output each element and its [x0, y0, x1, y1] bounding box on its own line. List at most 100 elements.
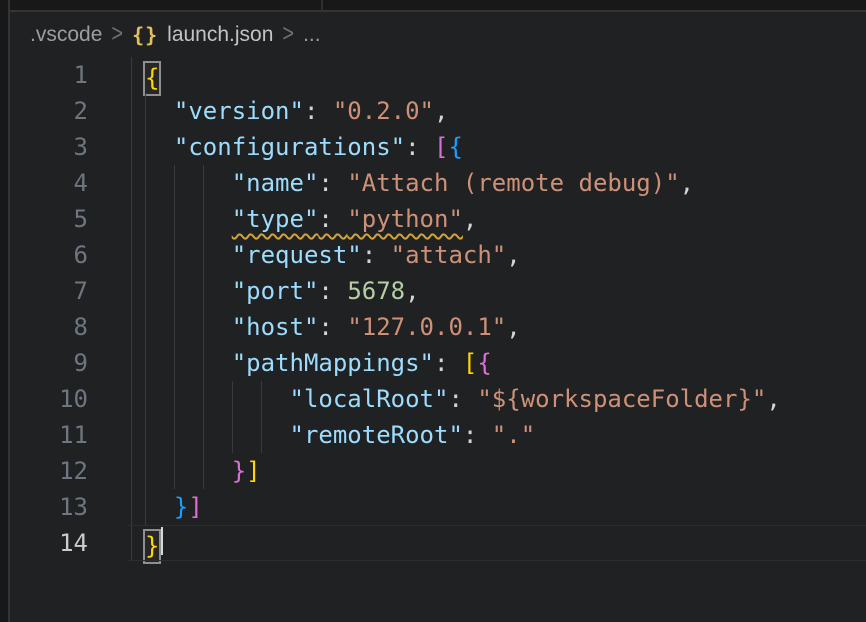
- breadcrumb-separator-chevron-icon: >: [111, 20, 123, 49]
- breadcrumb-item-[interactable]: ...: [303, 23, 321, 47]
- code-line-8[interactable]: 8 "host": "127.0.0.1",: [10, 309, 866, 345]
- vscode-editor-window: { "window": { "app": "vscode-editor", "c…: [0, 0, 866, 622]
- code-content: "type": "python",: [145, 201, 477, 237]
- token-b3: }: [174, 493, 188, 521]
- text-cursor: [161, 527, 163, 555]
- token-ws: [145, 97, 174, 125]
- token-punc: :: [318, 205, 347, 233]
- line-number[interactable]: 10: [10, 381, 88, 417]
- token-b2: }: [232, 457, 246, 485]
- token-punc: :: [463, 421, 492, 449]
- code-content: "version": "0.2.0",: [145, 93, 448, 129]
- line-number[interactable]: 12: [10, 453, 88, 489]
- tab-divider: [321, 0, 323, 10]
- line-number[interactable]: 7: [10, 273, 88, 309]
- line-number[interactable]: 13: [10, 489, 88, 525]
- line-number[interactable]: 6: [10, 237, 88, 273]
- token-key: "request": [232, 241, 362, 269]
- code-line-1[interactable]: 1{: [10, 57, 866, 93]
- code-line-12[interactable]: 12 }]: [10, 453, 866, 489]
- matched-bracket: }: [143, 529, 161, 564]
- code-line-9[interactable]: 9 "pathMappings": [{: [10, 345, 866, 381]
- line-number[interactable]: 3: [10, 129, 88, 165]
- code-line-13[interactable]: 13 }]: [10, 489, 866, 525]
- code-line-14[interactable]: 14}: [10, 525, 866, 561]
- breadcrumb-item-vscode[interactable]: .vscode: [30, 23, 102, 47]
- line-number[interactable]: 5: [10, 201, 88, 237]
- token-ws: [145, 133, 174, 161]
- code-editor[interactable]: 1{2 "version": "0.2.0",3 "configurations…: [10, 57, 866, 561]
- token-punc: :: [362, 241, 391, 269]
- line-number[interactable]: 1: [10, 57, 88, 93]
- line-number[interactable]: 8: [10, 309, 88, 345]
- line-number[interactable]: 4: [10, 165, 88, 201]
- code-content: "localRoot": "${workspaceFolder}",: [145, 381, 781, 417]
- token-punc: :: [318, 169, 347, 197]
- indent-guide-col-4: [203, 165, 204, 489]
- breadcrumb: .vscode > {} launch.json >...: [10, 12, 866, 57]
- code-line-10[interactable]: 10 "localRoot": "${workspaceFolder}",: [10, 381, 866, 417]
- token-b2: {: [477, 349, 491, 377]
- indent-guide-col-2: [174, 165, 175, 489]
- token-key: "port": [232, 277, 319, 305]
- breadcrumb-separator-chevron-icon: >: [282, 20, 294, 49]
- code-line-7[interactable]: 7 "port": 5678,: [10, 273, 866, 309]
- token-str: "attach": [391, 241, 507, 269]
- line-number[interactable]: 2: [10, 93, 88, 129]
- code-content: }]: [145, 489, 203, 525]
- token-ws: [145, 169, 232, 197]
- token-ws: [145, 421, 290, 449]
- token-str: ".": [492, 421, 535, 449]
- token-key: "version": [174, 97, 304, 125]
- line-number[interactable]: 11: [10, 417, 88, 453]
- token-key: "host": [232, 313, 319, 341]
- token-key: "localRoot": [290, 385, 449, 413]
- token-b1: [: [463, 349, 477, 377]
- code-line-11[interactable]: 11 "remoteRoot": ".": [10, 417, 866, 453]
- token-str: "0.2.0": [333, 97, 434, 125]
- code-line-5[interactable]: 5 "type": "python",: [10, 201, 866, 237]
- json-braces-icon: {}: [132, 23, 158, 47]
- breadcrumb-item-launch-json[interactable]: launch.json: [167, 23, 273, 47]
- token-punc: ,: [766, 385, 780, 413]
- token-punc: :: [318, 313, 347, 341]
- token-ws: [145, 205, 232, 233]
- token-key: "configurations": [174, 133, 405, 161]
- token-ws: [145, 493, 174, 521]
- token-punc: :: [448, 385, 477, 413]
- code-content: "name": "Attach (remote debug)",: [145, 165, 694, 201]
- token-punc: ,: [506, 313, 520, 341]
- code-content: {: [145, 57, 159, 93]
- code-content: "configurations": [{: [145, 129, 463, 165]
- line-number[interactable]: 14: [10, 525, 88, 561]
- token-punc: :: [304, 97, 333, 125]
- code-content: "request": "attach",: [145, 237, 521, 273]
- token-punc: :: [405, 133, 434, 161]
- code-line-3[interactable]: 3 "configurations": [{: [10, 129, 866, 165]
- code-content: "host": "127.0.0.1",: [145, 309, 521, 345]
- token-punc: ,: [434, 97, 448, 125]
- code-line-4[interactable]: 4 "name": "Attach (remote debug)",: [10, 165, 866, 201]
- token-b1: ]: [246, 457, 260, 485]
- token-ws: [145, 313, 232, 341]
- token-ws: [145, 277, 232, 305]
- token-ws: [145, 385, 290, 413]
- code-content: }: [145, 525, 163, 561]
- token-key: "remoteRoot": [290, 421, 463, 449]
- token-ws: [145, 457, 232, 485]
- token-str: "Attach (remote debug)": [347, 169, 679, 197]
- token-num: 5678: [347, 277, 405, 305]
- token-key: "pathMappings": [232, 349, 434, 377]
- token-punc: ,: [405, 277, 419, 305]
- token-str: "python": [347, 205, 463, 233]
- code-line-2[interactable]: 2 "version": "0.2.0",: [10, 93, 866, 129]
- line-number[interactable]: 9: [10, 345, 88, 381]
- token-ws: [145, 241, 232, 269]
- indent-guide-col-6: [232, 381, 233, 453]
- gutter-divider: [131, 57, 132, 561]
- token-punc: ,: [680, 169, 694, 197]
- token-str: "${workspaceFolder}": [477, 385, 766, 413]
- code-content: "pathMappings": [{: [145, 345, 492, 381]
- code-line-6[interactable]: 6 "request": "attach",: [10, 237, 866, 273]
- token-key: "name": [232, 169, 319, 197]
